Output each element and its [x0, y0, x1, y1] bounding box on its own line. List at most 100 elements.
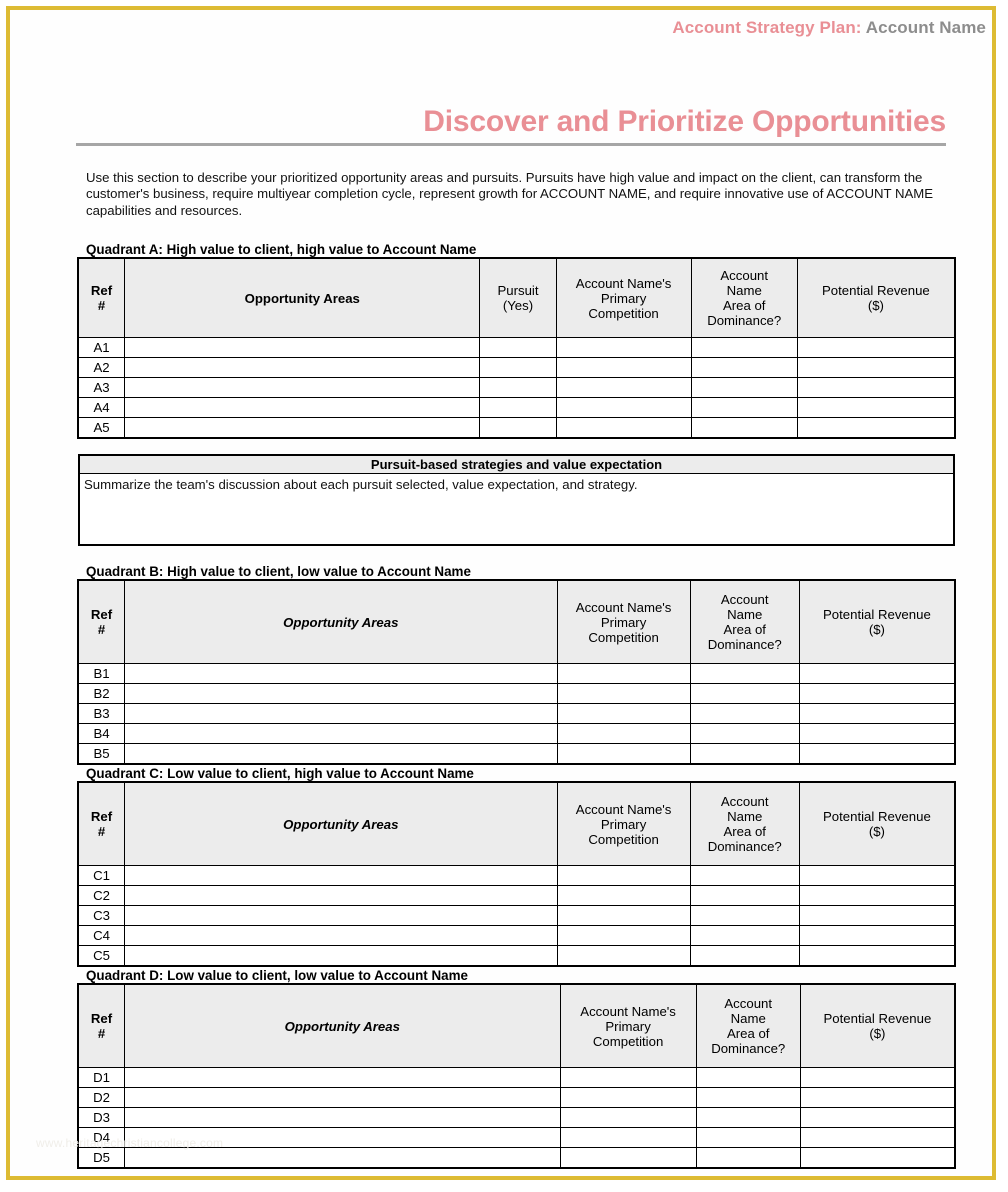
row-input-cell[interactable]	[556, 865, 691, 886]
row-ref-cell: D3	[77, 1107, 126, 1128]
quadrant-b-label: Quadrant B: High value to client, low va…	[86, 564, 471, 579]
row-input-cell[interactable]	[124, 417, 481, 438]
row-input-cell[interactable]	[690, 377, 798, 398]
row-input-cell[interactable]	[798, 885, 956, 906]
row-input-cell[interactable]	[124, 723, 558, 744]
table-row: D3	[77, 1107, 956, 1128]
row-input-cell[interactable]	[124, 683, 558, 704]
row-input-cell[interactable]	[556, 743, 691, 764]
row-ref-cell: C5	[77, 945, 126, 966]
col-dominance-line4: Dominance?	[707, 313, 782, 328]
row-input-cell[interactable]	[124, 925, 558, 946]
row-input-cell[interactable]	[124, 337, 481, 358]
table-row: D2	[77, 1087, 956, 1108]
row-input-cell[interactable]	[689, 885, 800, 906]
row-input-cell[interactable]	[689, 925, 800, 946]
row-ref-cell: D5	[77, 1147, 126, 1168]
row-input-cell[interactable]	[798, 945, 956, 966]
row-input-cell[interactable]	[695, 1147, 801, 1168]
row-input-cell[interactable]	[689, 663, 800, 684]
row-input-cell[interactable]	[556, 663, 691, 684]
row-input-cell[interactable]	[559, 1127, 697, 1148]
row-input-cell[interactable]	[689, 743, 800, 764]
row-input-cell[interactable]	[796, 357, 956, 378]
row-input-cell[interactable]	[555, 417, 692, 438]
row-input-cell[interactable]	[796, 417, 956, 438]
row-input-cell[interactable]	[695, 1067, 801, 1088]
row-input-cell[interactable]	[479, 357, 557, 378]
row-input-cell[interactable]	[689, 905, 800, 926]
row-input-cell[interactable]	[555, 397, 692, 418]
row-input-cell[interactable]	[689, 865, 800, 886]
col-ref-header: Ref #	[77, 580, 126, 664]
row-input-cell[interactable]	[479, 337, 557, 358]
row-input-cell[interactable]	[479, 397, 557, 418]
row-input-cell[interactable]	[799, 1107, 956, 1128]
row-input-cell[interactable]	[690, 417, 798, 438]
row-input-cell[interactable]	[479, 417, 557, 438]
row-input-cell[interactable]	[124, 905, 558, 926]
row-input-cell[interactable]	[689, 703, 800, 724]
row-input-cell[interactable]	[124, 377, 481, 398]
col-competition-line2: Primary	[600, 290, 647, 306]
row-input-cell[interactable]	[559, 1067, 697, 1088]
row-input-cell[interactable]	[798, 723, 956, 744]
row-input-cell[interactable]	[799, 1087, 956, 1108]
row-ref-cell: B3	[77, 703, 126, 724]
row-input-cell[interactable]	[124, 1087, 561, 1108]
row-input-cell[interactable]	[798, 865, 956, 886]
row-input-cell[interactable]	[124, 397, 481, 418]
row-input-cell[interactable]	[124, 357, 481, 378]
row-input-cell[interactable]	[556, 703, 691, 724]
row-input-cell[interactable]	[555, 377, 692, 398]
row-input-cell[interactable]	[556, 905, 691, 926]
row-input-cell[interactable]	[798, 683, 956, 704]
row-input-cell[interactable]	[556, 925, 691, 946]
table-row: C5	[77, 945, 956, 966]
row-input-cell[interactable]	[689, 683, 800, 704]
pursuit-strategies-text[interactable]: Summarize the team's discussion about ea…	[80, 474, 953, 493]
row-input-cell[interactable]	[799, 1147, 956, 1168]
row-input-cell[interactable]	[695, 1087, 801, 1108]
row-input-cell[interactable]	[124, 663, 558, 684]
row-input-cell[interactable]	[555, 337, 692, 358]
row-input-cell[interactable]	[799, 1127, 956, 1148]
row-input-cell[interactable]	[559, 1107, 697, 1128]
row-input-cell[interactable]	[690, 357, 798, 378]
row-input-cell[interactable]	[796, 337, 956, 358]
row-input-cell[interactable]	[124, 865, 558, 886]
row-input-cell[interactable]	[124, 885, 558, 906]
row-input-cell[interactable]	[555, 357, 692, 378]
row-input-cell[interactable]	[124, 1067, 561, 1088]
row-input-cell[interactable]	[796, 377, 956, 398]
document-header-label: Account Strategy Plan:	[672, 18, 862, 37]
row-input-cell[interactable]	[798, 743, 956, 764]
row-input-cell[interactable]	[124, 703, 558, 724]
row-input-cell[interactable]	[124, 1107, 561, 1128]
row-input-cell[interactable]	[695, 1127, 801, 1148]
row-input-cell[interactable]	[796, 397, 956, 418]
row-input-cell[interactable]	[690, 397, 798, 418]
row-input-cell[interactable]	[798, 905, 956, 926]
row-ref-cell: D1	[77, 1067, 126, 1088]
row-input-cell[interactable]	[798, 925, 956, 946]
row-input-cell[interactable]	[124, 945, 558, 966]
row-input-cell[interactable]	[124, 1147, 561, 1168]
quadrant-c-body: C1 C2 C3 C4 C5	[77, 865, 956, 966]
row-input-cell[interactable]	[556, 683, 691, 704]
row-input-cell[interactable]	[559, 1087, 697, 1108]
row-input-cell[interactable]	[124, 743, 558, 764]
row-input-cell[interactable]	[479, 377, 557, 398]
row-input-cell[interactable]	[690, 337, 798, 358]
row-input-cell[interactable]	[695, 1107, 801, 1128]
row-input-cell[interactable]	[689, 723, 800, 744]
row-input-cell[interactable]	[556, 885, 691, 906]
row-input-cell[interactable]	[559, 1147, 697, 1168]
col-ref-line2: #	[97, 824, 106, 839]
row-input-cell[interactable]	[798, 703, 956, 724]
row-input-cell[interactable]	[689, 945, 800, 966]
row-input-cell[interactable]	[556, 945, 691, 966]
row-input-cell[interactable]	[798, 663, 956, 684]
row-input-cell[interactable]	[799, 1067, 956, 1088]
row-input-cell[interactable]	[556, 723, 691, 744]
